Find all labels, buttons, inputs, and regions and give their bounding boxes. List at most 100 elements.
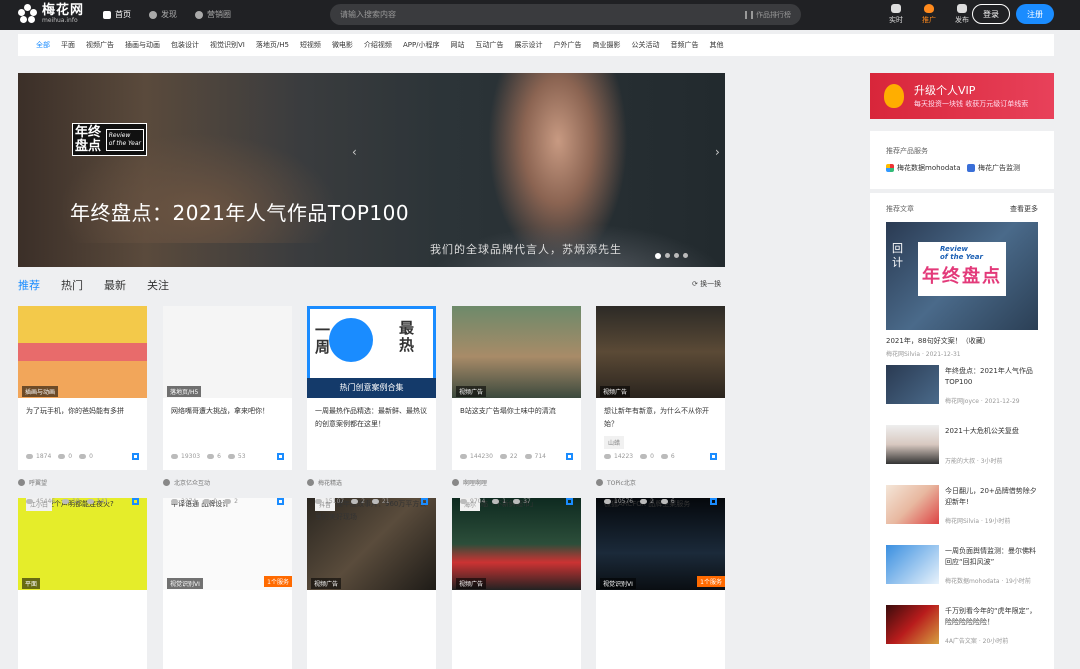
qr-code-icon[interactable]: [710, 498, 717, 505]
publish-button[interactable]: 发布: [951, 4, 973, 25]
realtime-button[interactable]: 实时: [885, 4, 907, 25]
work-card[interactable]: 视频广告 B站这支广告塌你土味中的清流 144230 22 714: [452, 306, 581, 470]
work-card[interactable]: 落地页/H5 网络嘴哥遭大挑战，拿来吧你！ 19303 6 53: [163, 306, 292, 470]
category-12[interactable]: 互动广告: [476, 40, 504, 50]
category-17[interactable]: 音频广告: [671, 40, 699, 50]
work-thumbnail[interactable]: [163, 306, 292, 398]
category-18[interactable]: 其他: [710, 40, 724, 50]
qr-code-icon[interactable]: [277, 453, 284, 460]
carousel-dot[interactable]: [674, 253, 679, 258]
article-thumbnail[interactable]: [886, 485, 939, 524]
work-thumbnail[interactable]: [596, 306, 725, 398]
view-more-link[interactable]: 查看更多: [1010, 204, 1038, 214]
category-14[interactable]: 户外广告: [554, 40, 582, 50]
article-item[interactable]: 今日翻儿，20+品牌借势除夕迎新年! 梅花网Silvia · 19小时前: [886, 485, 1038, 533]
vip-upgrade-banner[interactable]: 升级个人VIP 每天投资一块钱 收获万元级订单线索: [870, 73, 1054, 119]
nav-home[interactable]: 首页: [103, 9, 131, 20]
article-item[interactable]: 千万别看今年的“虎年限定”，险险险险险险！ 4A广告文案 · 20小时前: [886, 605, 1038, 653]
work-title[interactable]: 一周最热作品精选：最新鲜、最热议的创意案例都在这里！: [315, 405, 430, 431]
qr-code-icon[interactable]: [132, 498, 139, 505]
feed-tab-1[interactable]: 热门: [61, 277, 83, 293]
brand-label[interactable]: 山蜡: [604, 436, 625, 449]
category-2[interactable]: 视频广告: [86, 40, 114, 50]
feed-tab-2[interactable]: 最新: [104, 277, 126, 293]
article-thumbnail[interactable]: [886, 365, 939, 404]
article-thumbnail[interactable]: [886, 545, 939, 584]
chevron-left-icon[interactable]: ‹: [352, 145, 357, 159]
featured-article-image[interactable]: 回 计 Review of the Year 年终盘点: [886, 222, 1038, 330]
rank-link[interactable]: 作品排行榜: [745, 10, 791, 20]
product-link-ad-monitor[interactable]: 梅花广告监测: [967, 163, 1020, 173]
work-card[interactable]: 视觉识别VI 1个服务 中译语通 品牌设计 3274 0 2: [163, 498, 292, 669]
article-item[interactable]: 2021十大危机公关复盘 万能的大叔 · 3小时前: [886, 425, 1038, 473]
category-15[interactable]: 商业摄影: [593, 40, 621, 50]
register-button[interactable]: 注册: [1016, 4, 1054, 24]
author-link[interactable]: 呼翼望: [18, 478, 47, 487]
author-link[interactable]: TOPic北京: [596, 478, 636, 487]
promote-button[interactable]: 推广: [918, 4, 940, 25]
feed-tab-0[interactable]: 推荐: [18, 277, 40, 293]
work-title[interactable]: B站这支广告塌你土味中的清流: [460, 405, 575, 418]
work-card[interactable]: 视频广告 欢迎光临「不新鲜超市」 海尔 9704 1 37: [452, 498, 581, 669]
category-6[interactable]: 落地页/H5: [256, 40, 289, 50]
login-button[interactable]: 登录: [972, 4, 1010, 24]
article-item[interactable]: 一周负面舆情监测：曼尔佛料回应“回扣风波” 梅花数据mohodata · 19小时…: [886, 545, 1038, 593]
article-title[interactable]: 千万别看今年的“虎年限定”，险险险险险险！: [945, 606, 1038, 628]
category-4[interactable]: 包装设计: [171, 40, 199, 50]
work-thumbnail[interactable]: [452, 306, 581, 398]
work-thumbnail[interactable]: [452, 498, 581, 590]
category-1[interactable]: 平面: [61, 40, 75, 50]
carousel-dot[interactable]: [655, 252, 661, 259]
work-card[interactable]: 插画与动画 为了玩手机，你的爸妈能有多拼 1874 0 0: [18, 306, 147, 470]
work-thumbnail[interactable]: 一 周最 热热门创意案例合集: [307, 306, 436, 398]
qr-code-icon[interactable]: [566, 498, 573, 505]
logo[interactable]: 梅花网 meihua.info: [18, 4, 84, 24]
qr-code-icon[interactable]: [421, 498, 428, 505]
work-title[interactable]: 网络嘴哥遭大挑战，拿来吧你！: [171, 405, 286, 418]
qr-code-icon[interactable]: [277, 498, 284, 505]
work-thumbnail[interactable]: [18, 306, 147, 398]
carousel-dot[interactable]: [665, 253, 670, 258]
article-title[interactable]: 2021十大危机公关复盘: [945, 426, 1038, 437]
category-13[interactable]: 展示设计: [515, 40, 543, 50]
category-3[interactable]: 插画与动画: [125, 40, 160, 50]
product-link-mohodata[interactable]: 梅花数据mohodata: [886, 163, 961, 173]
work-thumbnail[interactable]: [18, 498, 147, 590]
work-title[interactable]: 为了玩手机，你的爸妈能有多拼: [26, 405, 141, 418]
article-thumbnail[interactable]: [886, 605, 939, 644]
service-badge[interactable]: 1个服务: [264, 576, 292, 587]
qr-code-icon[interactable]: [566, 453, 573, 460]
hero-banner[interactable]: 年终 盘点 Review of the Year 年终盘点：2021年人气作品T…: [18, 73, 725, 267]
work-card[interactable]: 视觉识别VI 1个服务 极狐ARCFOX 品牌全案服务 10576 2 6: [596, 498, 725, 669]
article-thumbnail[interactable]: [886, 425, 939, 464]
nav-discover[interactable]: 发现: [149, 9, 177, 20]
article-title[interactable]: 年终盘点：2021年人气作品TOP100: [945, 366, 1038, 388]
author-link[interactable]: 啊哩啊哩: [452, 478, 487, 487]
featured-article-title[interactable]: 2021年，88句好文案！（收藏）: [886, 336, 990, 346]
work-card[interactable]: 视频广告 抖音直播年度故事片：960万平方公里的美好现场 抖音 15107 2 21: [307, 498, 436, 669]
qr-code-icon[interactable]: [710, 453, 717, 460]
category-11[interactable]: 网站: [451, 40, 465, 50]
chevron-right-icon[interactable]: ›: [715, 145, 720, 159]
category-0[interactable]: 全部: [36, 40, 50, 50]
work-card[interactable]: 视频广告 想让新年有新意，为什么不从你开始？ 山蜡 14223 0 6: [596, 306, 725, 470]
carousel-dot[interactable]: [683, 253, 688, 258]
category-10[interactable]: APP/小程序: [403, 40, 440, 50]
search-input[interactable]: [340, 10, 745, 19]
feed-tab-3[interactable]: 关注: [147, 277, 169, 293]
nav-marketing-circle[interactable]: 营销圈: [195, 9, 231, 20]
article-title[interactable]: 今日翻儿，20+品牌借势除夕迎新年!: [945, 486, 1038, 508]
refresh-button[interactable]: ⟳ 换一换: [692, 279, 721, 289]
category-9[interactable]: 介绍视频: [364, 40, 392, 50]
qr-code-icon[interactable]: [132, 453, 139, 460]
work-title[interactable]: 想让新年有新意，为什么不从你开始？: [604, 405, 719, 431]
article-title[interactable]: 一周负面舆情监测：曼尔佛料回应“回扣风波”: [945, 546, 1038, 568]
category-16[interactable]: 公关活动: [632, 40, 660, 50]
author-link[interactable]: 梅花精选: [307, 478, 342, 487]
work-card[interactable]: 一 周最 热热门创意案例合集一周最热作品精选：最新鲜、最热议的创意案例都在这里！: [307, 306, 436, 470]
service-badge[interactable]: 1个服务: [697, 576, 725, 587]
category-7[interactable]: 短视频: [300, 40, 321, 50]
article-item[interactable]: 年终盘点：2021年人气作品TOP100 梅花网Joyce · 2021-12-2…: [886, 365, 1038, 413]
author-link[interactable]: 北京亿众互动: [163, 478, 210, 487]
work-card[interactable]: 平面 江小白发个声明都能连夜火? 江小白 45446 10 141: [18, 498, 147, 669]
